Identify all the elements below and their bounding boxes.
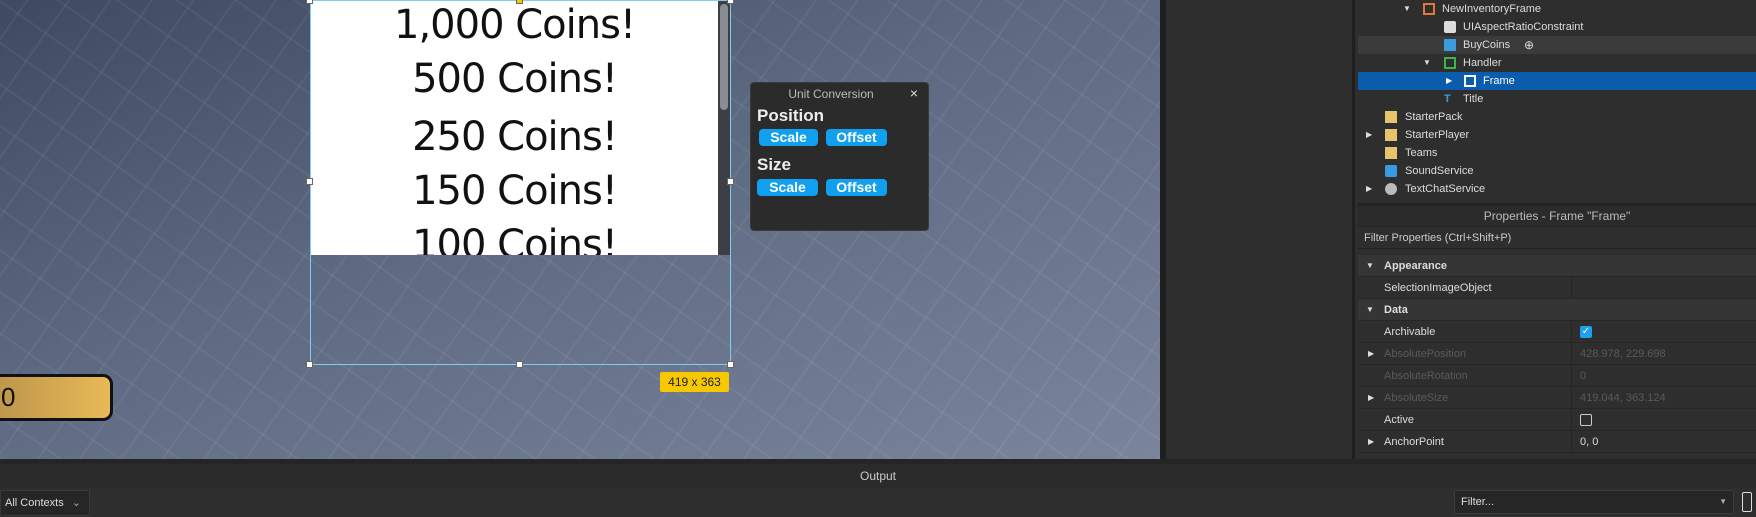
size-offset-button[interactable]: Offset xyxy=(826,179,887,196)
tree-item-label: NewInventoryFrame xyxy=(1442,3,1542,15)
category-label: Appearance xyxy=(1384,260,1447,272)
selection-outline xyxy=(310,0,731,365)
folder-icon xyxy=(1385,111,1397,123)
category-data[interactable]: ▼ Data xyxy=(1358,299,1756,321)
size-scale-button[interactable]: Scale xyxy=(757,179,818,196)
property-value: 419.044, 363.124 xyxy=(1571,387,1756,409)
textlabel-icon: T xyxy=(1444,93,1451,105)
position-label: Position xyxy=(757,106,825,125)
tree-item[interactable]: BuyCoins ⊕ xyxy=(1358,36,1756,54)
frame-icon xyxy=(1464,75,1476,87)
property-name: Active xyxy=(1384,414,1414,426)
dropdown-arrow-icon: ▼ xyxy=(1719,497,1727,506)
resize-handle[interactable] xyxy=(516,0,523,4)
property-row[interactable]: ▶ AnchorPoint 0, 0 xyxy=(1358,431,1756,453)
filter-properties-input[interactable]: Filter Properties (Ctrl+Shift+P) xyxy=(1358,228,1756,249)
scrollingframe-icon xyxy=(1444,57,1456,69)
tree-item[interactable]: ▼ Handler xyxy=(1358,54,1756,72)
archivable-checkbox[interactable]: ✓ xyxy=(1580,326,1592,339)
tree-item-label: SoundService xyxy=(1405,165,1474,177)
tree-item-label: Handler xyxy=(1463,57,1502,69)
position-offset-button[interactable]: Offset xyxy=(826,129,887,146)
active-checkbox[interactable] xyxy=(1580,414,1592,427)
property-row[interactable]: ▶ AbsolutePosition 428.978, 229.698 xyxy=(1358,343,1756,365)
tree-item[interactable]: UIAspectRatioConstraint xyxy=(1358,18,1756,36)
sound-icon xyxy=(1385,165,1397,177)
explorer-tree: ▼ NewInventoryFrame UIAspectRatioConstrai… xyxy=(1358,0,1756,200)
folder-icon xyxy=(1385,129,1397,141)
property-value: ✓ xyxy=(1571,321,1756,343)
tree-item[interactable]: Teams xyxy=(1358,144,1756,162)
tree-item-label: UIAspectRatioConstraint xyxy=(1463,21,1584,33)
output-filter-input[interactable]: Filter... ▼ xyxy=(1454,490,1734,514)
chevron-down-icon: ⌄ xyxy=(71,497,81,509)
position-scale-button[interactable]: Scale xyxy=(759,129,818,146)
tree-item-label: TextChatService xyxy=(1405,183,1486,195)
localscript-icon xyxy=(1444,39,1456,51)
tree-item[interactable]: ▼ NewInventoryFrame xyxy=(1358,0,1756,18)
property-row[interactable]: Archivable ✓ xyxy=(1358,321,1756,343)
output-header: Output xyxy=(0,459,1756,488)
size-badge: 419 x 363 xyxy=(660,372,729,392)
property-value: 0 xyxy=(1571,365,1756,387)
resize-handle[interactable] xyxy=(727,0,734,4)
tree-item-label: StarterPlayer xyxy=(1405,129,1470,141)
property-value: 428.978, 229.698 xyxy=(1571,343,1756,365)
folder-icon xyxy=(1385,147,1397,159)
add-icon[interactable]: ⊕ xyxy=(1524,36,1534,54)
property-value[interactable] xyxy=(1571,277,1756,299)
property-row[interactable]: SelectionImageObject xyxy=(1358,277,1756,299)
context-dropdown[interactable]: All Contexts ⌄ xyxy=(0,490,90,516)
properties-title: Properties - Frame "Frame" xyxy=(1358,206,1756,227)
property-row[interactable]: AbsoluteRotation 0 xyxy=(1358,365,1756,387)
tree-item-label: Teams xyxy=(1405,147,1438,159)
property-name: AnchorPoint xyxy=(1384,436,1444,448)
category-appearance[interactable]: ▼ Appearance xyxy=(1358,255,1756,277)
clear-output-icon[interactable] xyxy=(1742,492,1752,512)
filter-placeholder: Filter... xyxy=(1461,496,1495,508)
tree-item[interactable]: ▶ TextChatService xyxy=(1358,180,1756,198)
property-name: AbsolutePosition xyxy=(1384,348,1466,360)
resize-handle[interactable] xyxy=(306,361,313,368)
resize-handle[interactable] xyxy=(516,361,523,368)
resize-handle[interactable] xyxy=(727,361,734,368)
property-name: AbsoluteRotation xyxy=(1384,370,1468,382)
chat-icon xyxy=(1385,183,1397,195)
property-value[interactable]: 0, 0 xyxy=(1571,431,1756,453)
viewport[interactable]: 1,000 Coins! 500 Coins! 250 Coins! 150 C… xyxy=(0,0,1160,459)
side-panel xyxy=(1166,0,1355,459)
property-row[interactable]: Active xyxy=(1358,409,1756,431)
constraint-icon xyxy=(1444,21,1456,33)
property-name: AbsoluteSize xyxy=(1384,392,1449,404)
unit-conversion-panel: Unit Conversion × Position Scale Offset … xyxy=(750,82,929,231)
resize-handle[interactable] xyxy=(306,178,313,185)
tree-item-label: Title xyxy=(1463,93,1484,105)
tree-item-label: BuyCoins xyxy=(1463,39,1511,51)
tree-item[interactable]: StarterPack xyxy=(1358,108,1756,126)
frame-icon xyxy=(1423,3,1435,15)
property-row[interactable]: ▶ AbsoluteSize 419.044, 363.124 xyxy=(1358,387,1756,409)
tree-item-label: StarterPack xyxy=(1405,111,1463,123)
tree-item[interactable]: SoundService xyxy=(1358,162,1756,180)
resize-handle[interactable] xyxy=(306,0,313,4)
tree-item[interactable]: T Title xyxy=(1358,90,1756,108)
category-label: Data xyxy=(1384,304,1408,316)
property-name: Archivable xyxy=(1384,326,1436,338)
context-label: All Contexts xyxy=(5,497,64,509)
properties-panel: Properties - Frame "Frame" Filter Proper… xyxy=(1358,203,1756,459)
property-name: SelectionImageObject xyxy=(1384,282,1492,294)
resize-handle[interactable] xyxy=(727,178,734,185)
tree-item-label: Frame xyxy=(1483,75,1515,87)
tree-item-selected[interactable]: ▶ Frame xyxy=(1358,72,1756,90)
panel-title: Unit Conversion xyxy=(788,87,874,101)
gold-button[interactable]: 0 xyxy=(0,374,113,421)
close-icon[interactable]: × xyxy=(910,85,918,101)
size-label: Size xyxy=(757,155,792,174)
output-toolbar: All Contexts ⌄ Filter... ▼ xyxy=(0,488,1756,517)
property-value xyxy=(1571,409,1756,431)
tree-item[interactable]: ▶ StarterPlayer xyxy=(1358,126,1756,144)
